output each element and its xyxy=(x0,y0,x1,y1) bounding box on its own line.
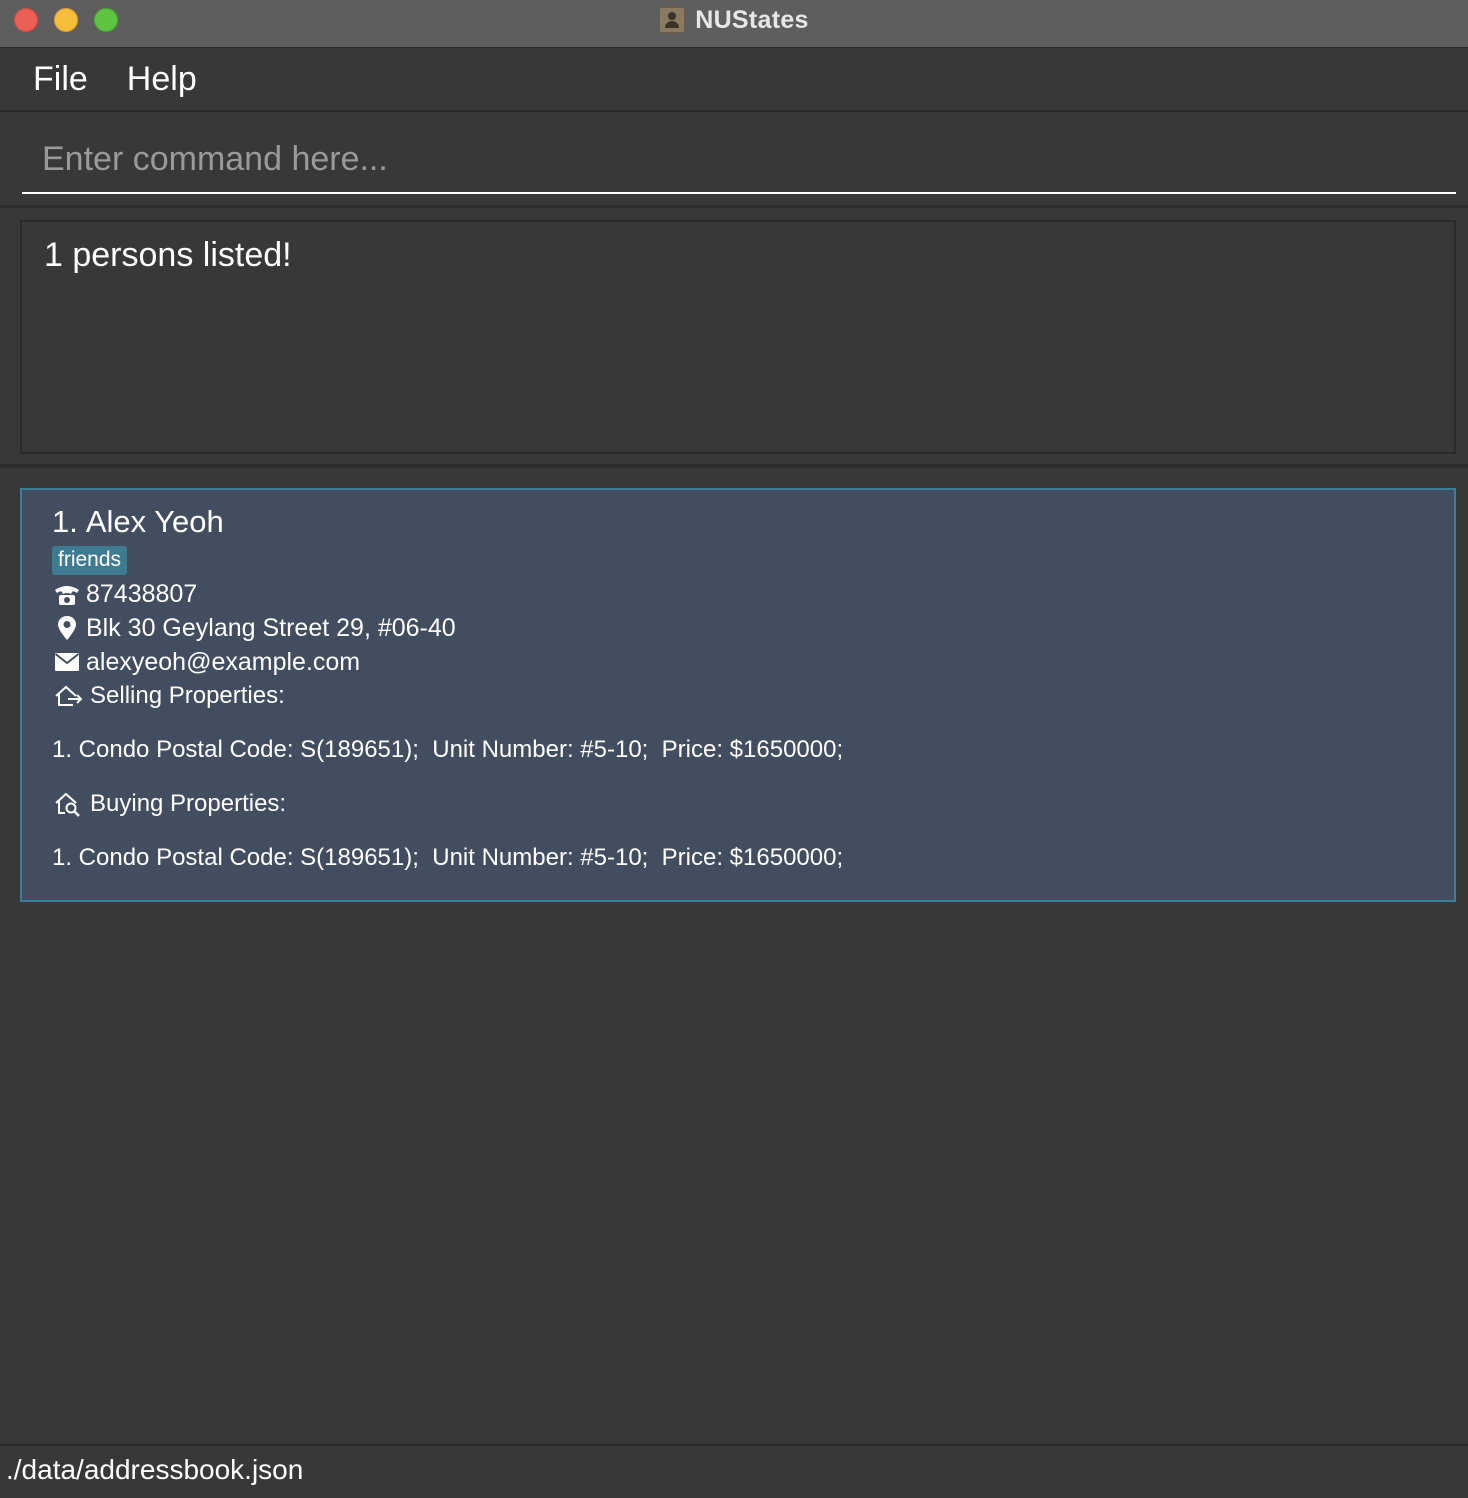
person-index: 1. xyxy=(52,504,78,539)
phone-number: 87438807 xyxy=(86,579,198,608)
menu-file[interactable]: File xyxy=(0,60,88,99)
save-file-path: ./data/addressbook.json xyxy=(6,1454,304,1485)
address-text: Blk 30 Geylang Street 29, #06-40 xyxy=(86,613,456,642)
result-message: 1 persons listed! xyxy=(44,236,292,274)
app-window: NUStates File Help 1 persons listed! 1. … xyxy=(0,0,1468,1498)
command-box-pane xyxy=(0,112,1468,208)
person-name: Alex Yeoh xyxy=(85,504,224,539)
email-text: alexyeoh@example.com xyxy=(86,647,361,676)
result-display-pane: 1 persons listed! xyxy=(0,208,1468,468)
buying-label-text: Buying Properties: xyxy=(90,790,287,817)
phone-icon xyxy=(52,580,82,608)
email-row: alexyeoh@example.com xyxy=(52,645,1434,679)
selling-properties-label: Selling Properties: xyxy=(52,679,1434,713)
person-name-row: 1. Alex Yeoh xyxy=(52,504,1434,540)
house-arrow-icon xyxy=(52,682,84,710)
selling-property-item: 1. Condo Postal Code: S(189651); Unit Nu… xyxy=(52,736,844,763)
menu-help[interactable]: Help xyxy=(94,60,197,99)
buying-property-item: 1. Condo Postal Code: S(189651); Unit Nu… xyxy=(52,844,844,871)
status-bar: ./data/addressbook.json xyxy=(0,1444,1468,1498)
person-card[interactable]: 1. Alex Yeoh friends 87438807 Blk 30 Gey… xyxy=(20,488,1456,902)
command-input[interactable] xyxy=(22,126,1456,194)
envelope-icon xyxy=(52,648,82,676)
phone-row: 87438807 xyxy=(52,577,1434,611)
house-search-icon xyxy=(52,790,84,818)
person-list[interactable]: 1. Alex Yeoh friends 87438807 Blk 30 Gey… xyxy=(0,468,1468,1444)
person-card-content: 1. Alex Yeoh friends 87438807 Blk 30 Gey… xyxy=(52,504,1434,875)
title-bar[interactable]: NUStates xyxy=(0,0,1468,48)
menu-bar: File Help xyxy=(0,48,1468,112)
contacts-app-icon xyxy=(659,7,686,33)
result-display[interactable]: 1 persons listed! xyxy=(20,220,1456,454)
tag-list: friends xyxy=(52,540,1434,575)
address-row: Blk 30 Geylang Street 29, #06-40 xyxy=(52,611,1434,645)
window-title: NUStates xyxy=(695,5,809,34)
buying-properties-label: Buying Properties: xyxy=(52,787,1434,821)
tag-badge: friends xyxy=(52,546,128,575)
selling-label-text: Selling Properties: xyxy=(90,682,285,709)
location-pin-icon xyxy=(52,614,82,642)
window-title-group: NUStates xyxy=(0,0,1468,40)
